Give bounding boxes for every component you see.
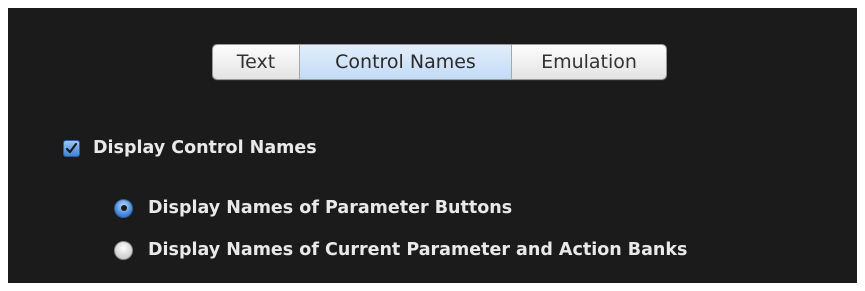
preferences-panel: Text Control Names Emulation Display Con… (8, 8, 857, 283)
radio-parameter-action-banks[interactable] (114, 240, 133, 260)
radio-parameter-action-banks-row[interactable]: Display Names of Current Parameter and A… (114, 240, 687, 260)
display-control-names-checkbox-row[interactable]: Display Control Names (63, 138, 317, 158)
checkmark-icon (65, 142, 78, 153)
radio-parameter-buttons[interactable] (114, 198, 133, 218)
tab-emulation-label: Emulation (541, 51, 637, 73)
display-control-names-label: Display Control Names (93, 138, 317, 158)
tab-control-names[interactable]: Control Names (300, 45, 512, 79)
radio-parameter-buttons-label: Display Names of Parameter Buttons (148, 198, 513, 218)
tab-text[interactable]: Text (213, 45, 300, 79)
radio-parameter-buttons-row[interactable]: Display Names of Parameter Buttons (114, 198, 512, 218)
tab-control-names-label: Control Names (335, 51, 476, 73)
tab-emulation[interactable]: Emulation (512, 45, 666, 79)
display-control-names-checkbox[interactable] (63, 139, 80, 157)
radio-selected-dot (120, 205, 127, 211)
tab-text-label: Text (236, 51, 276, 73)
radio-parameter-action-banks-label: Display Names of Current Parameter and A… (148, 240, 688, 260)
tab-bar: Text Control Names Emulation (212, 44, 667, 80)
